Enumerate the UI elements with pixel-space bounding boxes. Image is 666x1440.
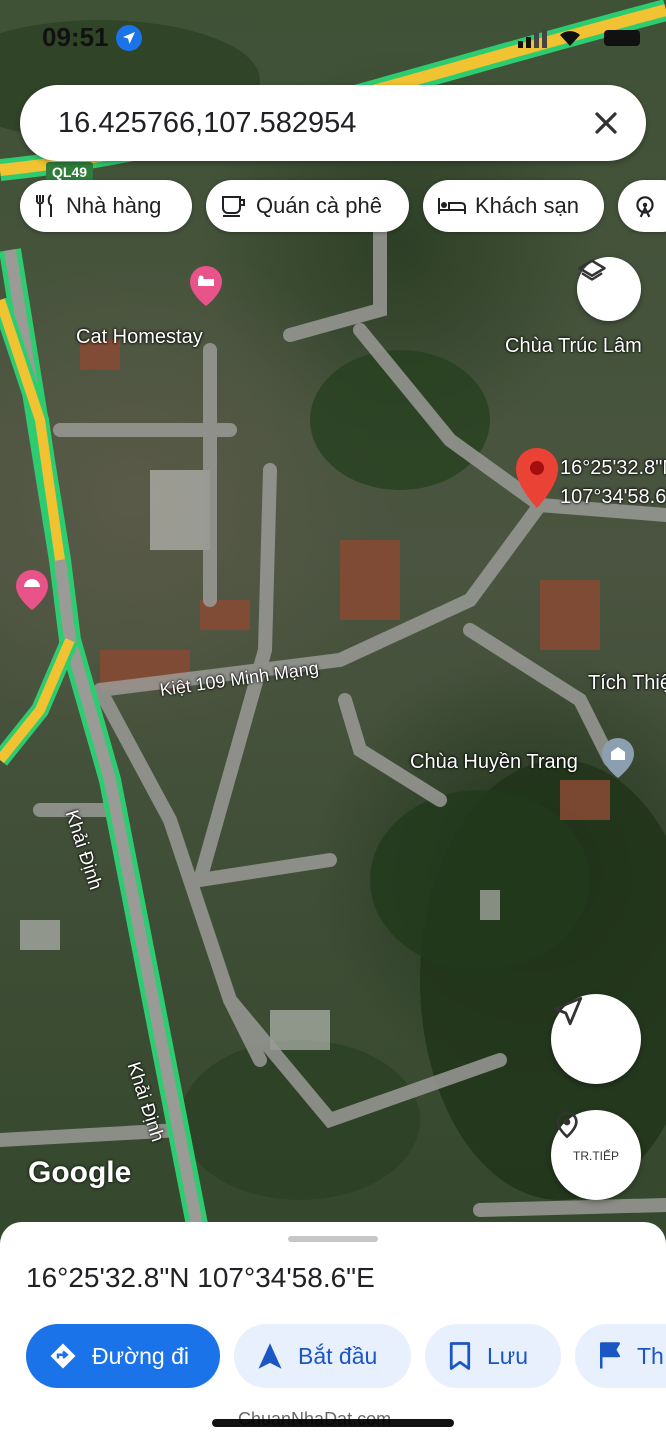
chip-hotels[interactable]: Khách sạn xyxy=(423,180,604,232)
status-time: 09:51 xyxy=(42,22,109,52)
watermark: ChuanNhaDat.com xyxy=(238,1409,392,1429)
directions-icon xyxy=(50,1343,76,1369)
red-pin-icon xyxy=(516,448,558,508)
directions-button[interactable]: Đường đi xyxy=(26,1324,220,1388)
pagoda-huyen-trang-label: Chùa Huyền Trang xyxy=(410,751,578,773)
umbrella-pin-icon xyxy=(16,570,48,610)
tich-thien-label: Tích Thiện xyxy=(588,672,666,694)
status-bar: 09:51 xyxy=(0,0,666,70)
search-query[interactable]: 16.425766,107.582954 xyxy=(58,107,356,140)
close-icon[interactable] xyxy=(588,105,624,141)
road-badge: QL49 xyxy=(46,162,94,182)
save-label: Lưu xyxy=(487,1342,528,1369)
bookmark-icon xyxy=(449,1342,471,1370)
sheet-drag-handle[interactable] xyxy=(288,1236,378,1242)
chip-more[interactable] xyxy=(618,180,666,232)
attraction-icon xyxy=(636,196,654,218)
battery-icon xyxy=(604,30,640,46)
start-label: Bắt đầu xyxy=(298,1342,378,1369)
chip-cafes[interactable]: Quán cà phê xyxy=(206,180,409,232)
chip-label: Khách sạn xyxy=(475,193,579,218)
pin-lat-label: 16°25'32.8"N xyxy=(560,457,666,479)
my-location-button[interactable] xyxy=(551,994,641,1084)
homestay-label: Cat Homestay xyxy=(76,326,203,348)
add-label-button[interactable]: Th xyxy=(575,1324,666,1388)
location-arrow-icon xyxy=(553,996,583,1026)
location-services-icon xyxy=(116,25,142,51)
wifi-icon xyxy=(560,31,580,46)
chip-label: Quán cà phê xyxy=(256,193,382,218)
place-coordinates: 16°25'32.8"N 107°34'58.6"E xyxy=(26,1262,375,1293)
streetview-label: TR.TIẾP xyxy=(572,1149,619,1163)
chip-label: Nhà hàng xyxy=(66,193,162,218)
action-buttons: Đường đi Bắt đầu Lưu Th xyxy=(26,1324,666,1388)
restaurant-icon xyxy=(36,194,52,217)
save-button[interactable]: Lưu xyxy=(425,1324,561,1388)
street-view-icon xyxy=(556,1111,578,1139)
coffee-icon xyxy=(222,196,245,217)
hotel-icon xyxy=(438,198,466,214)
cellular-signal-icon xyxy=(518,29,547,48)
pin-lng-label: 107°34'58.6"E xyxy=(560,486,666,508)
chip-restaurants[interactable]: Nhà hàng xyxy=(20,180,192,232)
pagoda-truc-lam-label: Chùa Trúc Lâm xyxy=(505,335,642,357)
streetview-button[interactable]: TR.TIẾP xyxy=(551,1110,641,1200)
flag-icon xyxy=(600,1342,620,1369)
hotel-pin-icon xyxy=(190,266,222,306)
add-label-text: Th xyxy=(637,1342,664,1369)
google-logo: Google xyxy=(28,1156,132,1189)
start-button[interactable]: Bắt đầu xyxy=(234,1324,411,1388)
bottom-sheet[interactable]: 16°25'32.8"N 107°34'58.6"E Đường đi Bắt … xyxy=(0,1222,666,1440)
temple-pin-icon xyxy=(602,738,634,778)
search-bar[interactable]: 16.425766,107.582954 xyxy=(20,85,646,161)
layers-icon xyxy=(578,259,606,281)
layers-button[interactable] xyxy=(577,257,641,321)
directions-label: Đường đi xyxy=(92,1342,189,1369)
navigation-icon xyxy=(258,1343,282,1369)
category-chips: Nhà hàng Quán cà phê Khách sạn xyxy=(20,180,666,232)
